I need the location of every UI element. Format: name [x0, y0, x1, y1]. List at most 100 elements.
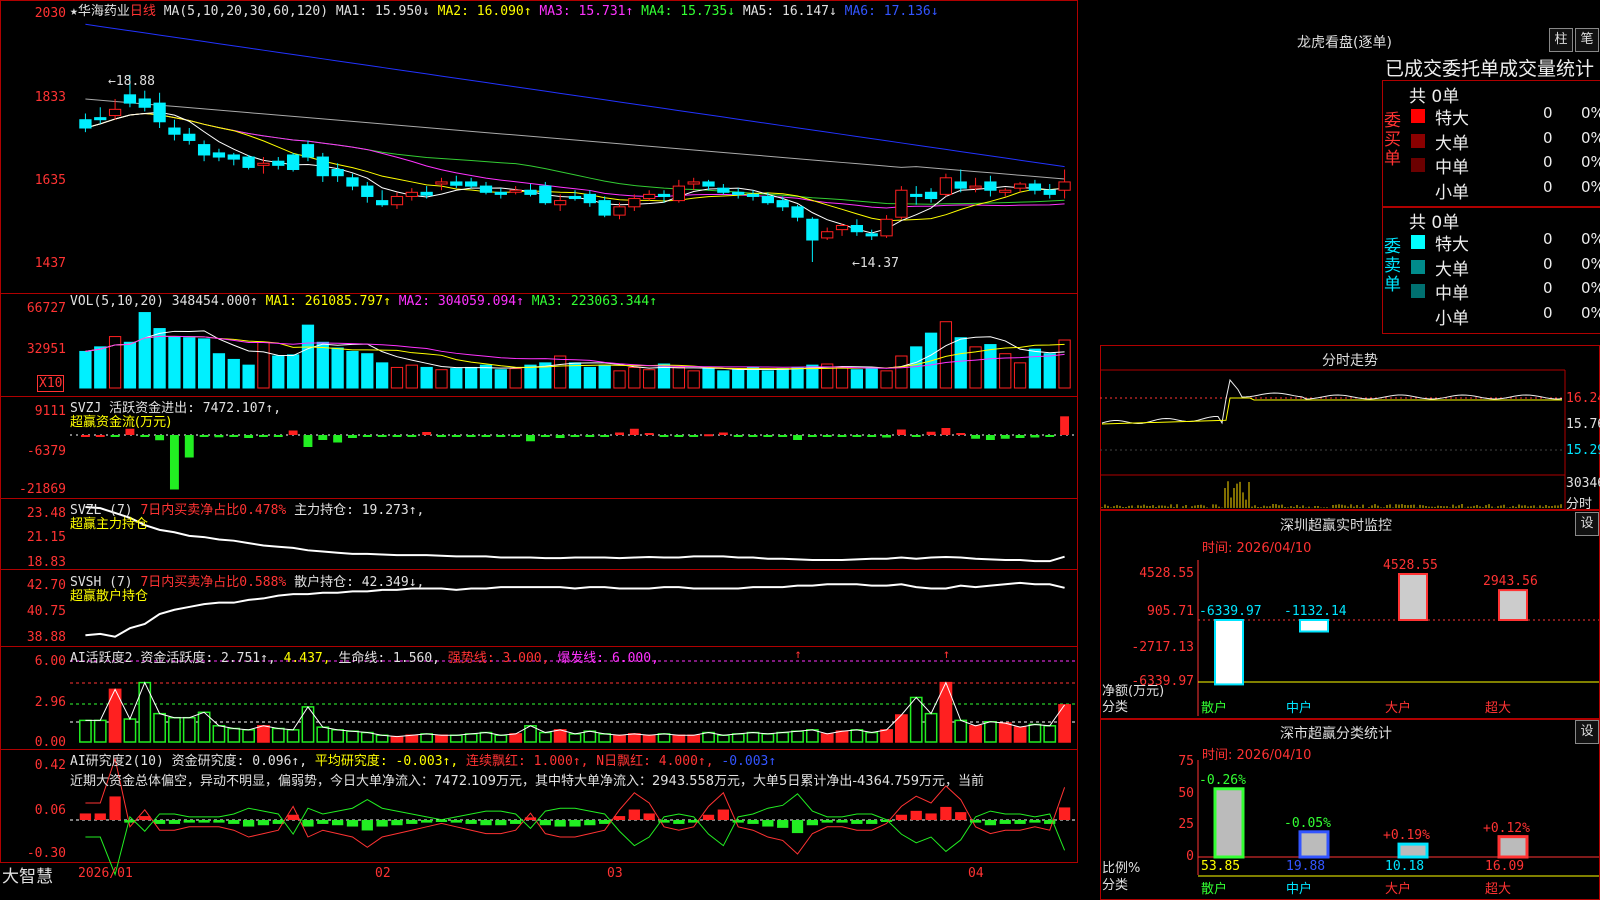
volume-bar [436, 370, 447, 388]
flow-bar [912, 435, 921, 437]
ai1-bar [733, 734, 744, 742]
candle-body [95, 118, 106, 120]
buy-pct: 0% [1581, 153, 1600, 171]
candle-body [109, 109, 120, 115]
candle-body [555, 201, 566, 205]
candle-body [851, 225, 862, 231]
flow-bar [556, 435, 565, 438]
volume-bar [287, 355, 298, 388]
sell-name: 小单 [1435, 304, 1469, 329]
candle-body [302, 145, 313, 157]
monitor-cat-3: 超大 [1485, 697, 1511, 716]
arrow-mark-1: ↑ [795, 647, 802, 661]
ai1-bar [629, 734, 640, 742]
monitor-axis-3: -6339.97 [1130, 674, 1194, 689]
candle-body [1059, 182, 1070, 190]
bar-view-button[interactable]: 柱 [1549, 28, 1573, 52]
ai2-bar [718, 810, 729, 820]
ai1-bar [184, 718, 195, 742]
candle-body [644, 194, 655, 198]
classify-settings-button[interactable]: 设 [1575, 720, 1599, 744]
ai2-axis-2: -0.30 [0, 846, 66, 861]
flow-bar [140, 435, 149, 437]
flow-bar [1060, 416, 1069, 435]
candle-body [569, 196, 580, 198]
flow-bar [274, 435, 283, 437]
flow-bar [704, 434, 713, 436]
flow-bar [1001, 435, 1010, 439]
volume-bar [480, 365, 491, 388]
vol-header: VOL(5,10,20) 348454.000↑ MA1: 261085.797… [70, 294, 657, 309]
candle-body [614, 207, 625, 215]
ai2-bar [332, 820, 343, 825]
ai2-bar [391, 820, 402, 825]
candle-body [658, 194, 669, 196]
ai2-bar [925, 813, 936, 820]
flow-bar [348, 435, 357, 438]
ma-item-5: MA5: 16.147↓ [735, 4, 837, 19]
volume-bar [243, 365, 254, 388]
candle-body [436, 182, 447, 184]
ai2-bar [1014, 820, 1025, 824]
monitor-settings-button[interactable]: 设 [1575, 512, 1599, 536]
flow-bar [422, 432, 431, 435]
candle-body [258, 163, 269, 165]
candle-body [540, 186, 551, 203]
tick-view-button[interactable]: 笔 [1575, 28, 1599, 52]
svsh-axis-2: 38.88 [0, 630, 66, 645]
ma6-line [85, 24, 1064, 166]
volume-bar [80, 351, 91, 388]
monitor-cat-0: 散户 [1201, 697, 1227, 716]
classify-cat-2: 大户 [1385, 878, 1411, 897]
classify-value-2: 10.18 [1385, 859, 1424, 874]
volume-bar [362, 354, 373, 388]
date-1: 02 [375, 866, 391, 881]
candle-body [273, 161, 284, 165]
ai2-bar [777, 820, 788, 828]
arrow-mark-2: ↑ [943, 647, 950, 661]
candle-body [1029, 184, 1040, 190]
ai1-bar [480, 733, 491, 742]
candle-body [124, 95, 135, 103]
ai1-bar [317, 727, 328, 742]
price-axis-3: 1437 [0, 256, 66, 271]
ai2-bar [317, 820, 328, 824]
volume-bar [569, 363, 580, 388]
flow-bar [986, 435, 995, 440]
candle-body [792, 207, 803, 217]
ai2-bar [480, 820, 491, 825]
ai1-bar [95, 720, 106, 742]
ai2-bar [139, 816, 150, 820]
flow-bar [1016, 435, 1025, 438]
ai1-bar [362, 733, 373, 742]
monitor-value-2: 4528.55 [1383, 558, 1438, 573]
candle-body [510, 190, 521, 192]
volume-bar [198, 339, 209, 388]
flow-bar [170, 435, 179, 490]
ai1-bar [228, 729, 239, 743]
candle-body [139, 99, 150, 107]
ai2-bar [495, 820, 506, 825]
sell-row-0: 特大 0 0% [1409, 230, 1600, 254]
volume-bar [169, 337, 180, 388]
flow-bar [244, 435, 253, 438]
ai1-bar [540, 733, 551, 742]
sell-row-3: 小单00% [1409, 304, 1600, 328]
monitor-title: 深圳超赢实时监控 [1280, 515, 1392, 535]
fs-title: 分时走势 [1322, 350, 1378, 370]
ai1-bar [347, 731, 358, 742]
ai1-bar [406, 735, 417, 742]
ai2-bar [213, 820, 224, 823]
ai1-bar [584, 731, 595, 742]
flow-bar [971, 435, 980, 439]
ai2-bar [436, 820, 447, 822]
classify-value-3: 16.09 [1485, 859, 1524, 874]
classify-time: 时间: 2026/04/10 [1202, 744, 1311, 763]
candle-body [629, 199, 640, 207]
classify-axis-3: 0 [1150, 849, 1194, 864]
ai2-bar [1000, 820, 1011, 824]
monitor-axis-0: 4528.55 [1130, 566, 1194, 581]
flow-bar [630, 429, 639, 435]
flow-bar [185, 435, 194, 458]
buy-vol: 0 [1543, 153, 1553, 171]
